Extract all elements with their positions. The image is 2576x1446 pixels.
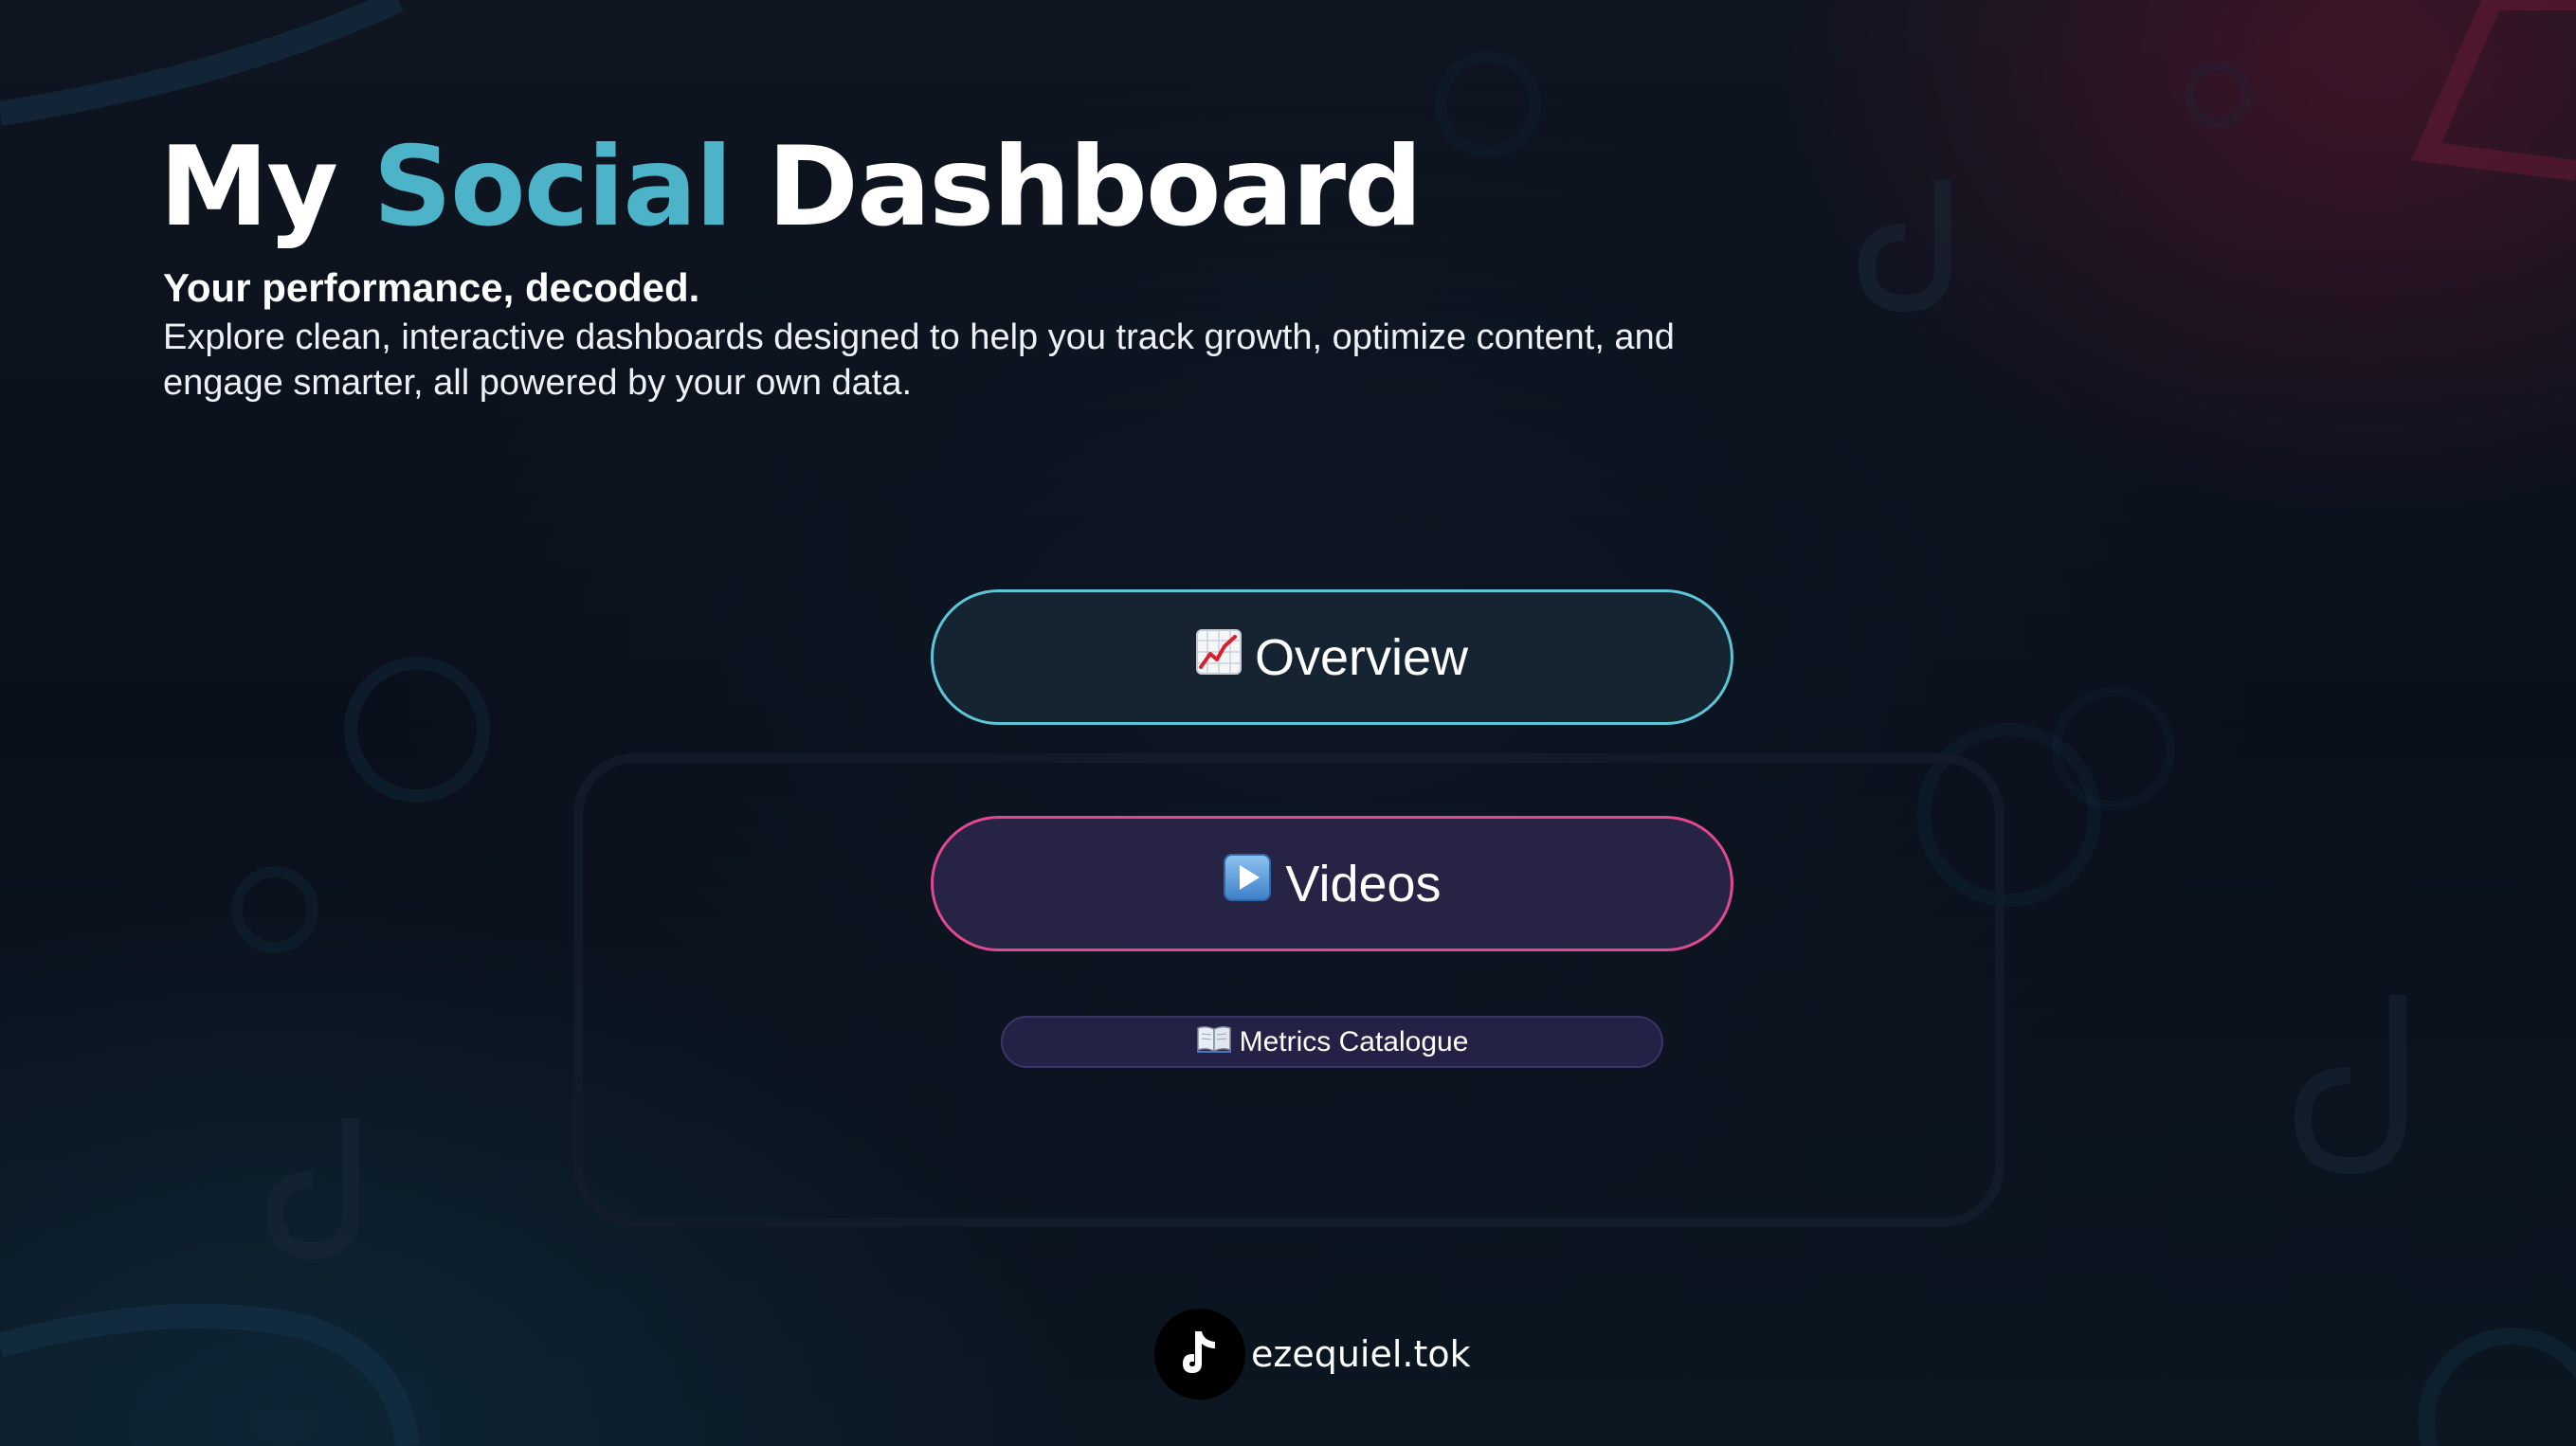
tiktok-logo-icon [1154,1309,1245,1400]
title-accent-social: Social [372,123,733,251]
open-book-icon [1196,1024,1232,1060]
chart-increasing-icon [1195,628,1242,687]
metrics-catalogue-label: Metrics Catalogue [1239,1025,1469,1057]
page-title: My Social Dashboard [159,121,1423,254]
metrics-catalogue-button[interactable]: Metrics Catalogue [1001,1016,1663,1068]
tagline: Your performance, decoded. [163,265,700,310]
videos-button[interactable]: Videos [931,816,1733,951]
description: Explore clean, interactive dashboards de… [163,317,1675,403]
profile-handle: ezequiel.tok [1251,1333,1471,1375]
footer-profile: ezequiel.tok [1154,1309,1471,1400]
title-part-my: My [159,123,338,251]
play-button-icon [1223,853,1272,914]
overview-label: Overview [1254,628,1469,686]
title-part-dashboard: Dashboard [767,123,1423,251]
landing-page: My Social Dashboard Your performance, de… [0,0,2576,1446]
overview-button[interactable]: Overview [931,589,1733,725]
videos-label: Videos [1285,855,1442,913]
